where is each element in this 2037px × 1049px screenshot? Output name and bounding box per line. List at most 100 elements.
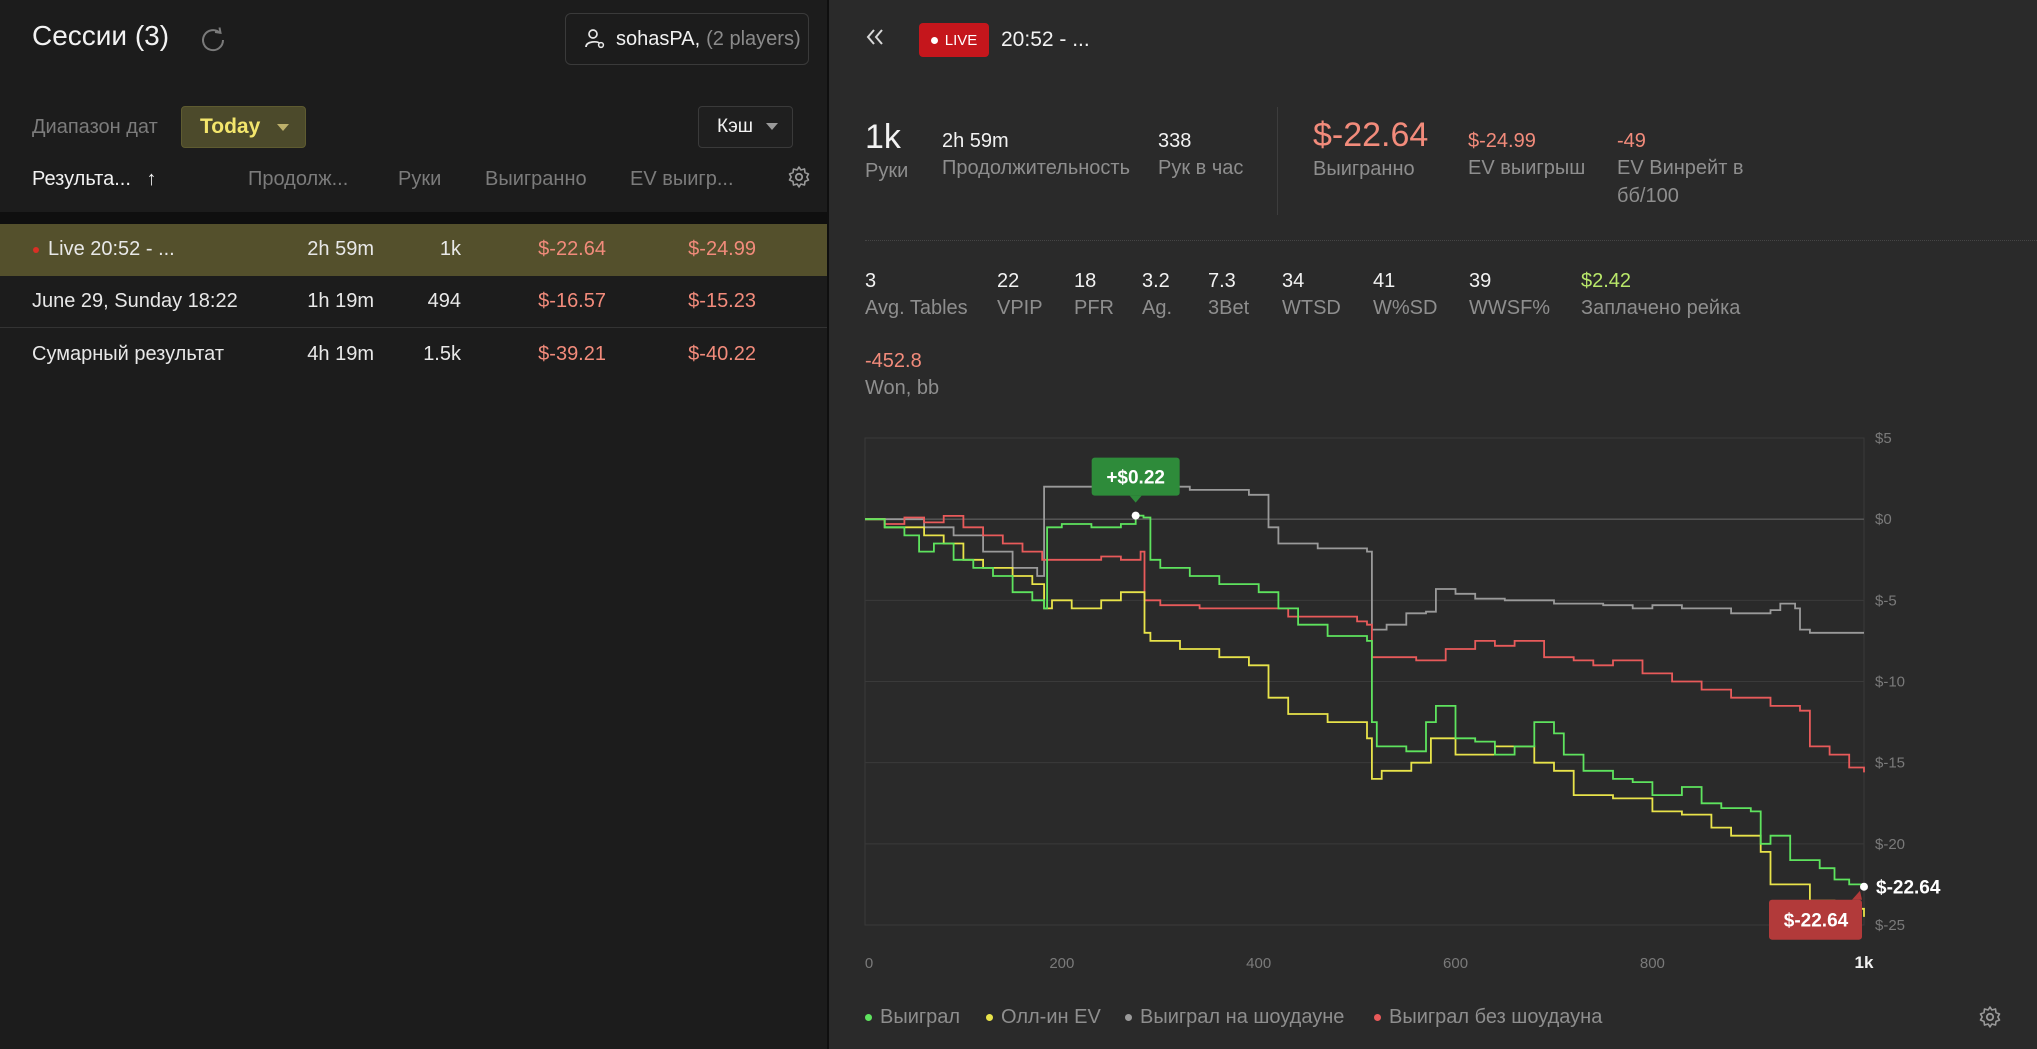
stat-value: 7.3 bbox=[1208, 270, 1236, 292]
column-header-result[interactable]: Результа... ↑ bbox=[32, 168, 156, 191]
stat-value: -452.8 bbox=[865, 350, 922, 372]
series-line-won bbox=[865, 514, 1865, 887]
stat-duration: 2h 59m Продолжительность bbox=[942, 128, 1130, 182]
chevron-down-icon bbox=[277, 124, 289, 131]
x-tick-label: 1k bbox=[1855, 953, 1874, 972]
x-tick-label: 400 bbox=[1246, 955, 1271, 972]
profit-chart[interactable]: $5 $0 $-5 $-10 $-15 $-20 $-25 0 200 400 600 800 1k +$… bbox=[829, 430, 2037, 990]
live-badge: LIVE bbox=[919, 23, 989, 57]
stat-vpip: 22 VPIP bbox=[997, 268, 1043, 322]
column-header-hands[interactable]: Руки bbox=[398, 168, 441, 191]
column-header-won[interactable]: Выигранно bbox=[485, 168, 587, 191]
player-name: sohasPA, bbox=[616, 27, 701, 50]
stat-label: EV выигрыш bbox=[1468, 157, 1586, 179]
y-tick-label: $0 bbox=[1875, 511, 1892, 528]
legend-item-showdown[interactable]: Выиграл на шоудауне bbox=[1125, 1006, 1344, 1029]
legend-dot-icon bbox=[865, 1014, 872, 1021]
stat-label: Продолжительность bbox=[942, 157, 1130, 179]
stat-label: Выигранно bbox=[1313, 158, 1415, 180]
session-ev-won: $-24.99 bbox=[688, 238, 756, 260]
summary-duration: 4h 19m bbox=[307, 343, 374, 365]
live-badge-label: LIVE bbox=[944, 31, 978, 49]
stat-label: PFR bbox=[1074, 297, 1114, 319]
session-won: $-22.64 bbox=[538, 238, 606, 260]
chevron-down-icon bbox=[766, 123, 778, 130]
peak-marker bbox=[1131, 511, 1140, 520]
series-line-non-showdown bbox=[865, 515, 1865, 773]
session-name: Live 20:52 - ... bbox=[48, 238, 175, 260]
date-range-value: Today bbox=[200, 115, 261, 138]
stat-label: Avg. Tables bbox=[865, 297, 968, 319]
legend-label: Выиграл без шоудауна bbox=[1389, 1006, 1603, 1028]
series-line-showdown bbox=[865, 485, 1864, 634]
table-header-divider bbox=[0, 212, 827, 224]
stat-value: 3 bbox=[865, 270, 877, 292]
stat-value: 39 bbox=[1469, 270, 1492, 292]
stat-label: Won, bb bbox=[865, 377, 940, 399]
stat-value: 1k bbox=[865, 118, 901, 156]
y-tick-label: $-10 bbox=[1875, 674, 1905, 691]
session-won: $-16.57 bbox=[538, 290, 606, 312]
session-duration: 2h 59m bbox=[307, 238, 374, 260]
chart-settings-gear-icon[interactable] bbox=[1978, 1005, 2002, 1029]
legend-label: Олл-ин EV bbox=[1001, 1006, 1101, 1028]
stat-wsd: 41 W%SD bbox=[1373, 268, 1437, 322]
player-selector-button[interactable]: sohasPA, (2 players) bbox=[565, 13, 809, 65]
gear-icon[interactable] bbox=[787, 165, 811, 189]
end-marker bbox=[1860, 882, 1868, 891]
legend-dot-icon bbox=[1125, 1014, 1132, 1021]
sessions-panel: Сессии (3) sohasPA, (2 players) Диапазон… bbox=[0, 0, 827, 1049]
game-type-value: Кэш bbox=[717, 116, 754, 137]
session-title: 20:52 - ... bbox=[1001, 28, 1090, 51]
session-row[interactable]: June 29, Sunday 18:22 1h 19m 494 $-16.57… bbox=[0, 276, 827, 328]
legend-item-allin-ev[interactable]: Олл-ин EV bbox=[986, 1006, 1101, 1029]
game-type-dropdown[interactable]: Кэш bbox=[698, 106, 793, 148]
session-details-panel: LIVE 20:52 - ... 1k Руки 2h 59m Продолжи… bbox=[829, 0, 2037, 1049]
stat-label: WWSF% bbox=[1469, 297, 1551, 319]
stat-label: Заплачено рейка bbox=[1581, 297, 1741, 319]
stat-label: VPIP bbox=[997, 297, 1043, 319]
stat-value: 41 bbox=[1373, 270, 1396, 292]
series-line-allin-ev bbox=[865, 518, 1865, 917]
stat-wwsf: 39 WWSF% bbox=[1469, 268, 1550, 322]
stat-value: $2.42 bbox=[1581, 270, 1632, 292]
stat-value: 338 bbox=[1158, 130, 1192, 152]
stat-value: 18 bbox=[1074, 270, 1097, 292]
legend-dot-icon bbox=[986, 1014, 993, 1021]
sessions-title: Сессии (3) bbox=[32, 20, 170, 51]
stats-separator bbox=[1277, 107, 1278, 215]
stat-hands-per-hour: 338 Рук в час bbox=[1158, 128, 1243, 182]
stat-label: EV Винрейт в bbox=[1617, 157, 1744, 179]
stat-label: 3Bet bbox=[1208, 297, 1250, 319]
stat-value: 2h 59m bbox=[942, 130, 1009, 152]
summary-name: Сумарный результат bbox=[32, 343, 224, 365]
collapse-icon[interactable] bbox=[864, 26, 886, 48]
stat-ev-won: $-24.99 EV выигрыш bbox=[1468, 128, 1585, 182]
stat-value: 3.2 bbox=[1142, 270, 1170, 292]
x-tick-label: 200 bbox=[1049, 955, 1074, 972]
x-tick-label: 800 bbox=[1640, 955, 1665, 972]
date-range-dropdown[interactable]: Today bbox=[181, 106, 306, 148]
y-tick-label: $-20 bbox=[1875, 836, 1905, 853]
x-tick-label: 600 bbox=[1443, 955, 1468, 972]
session-hands: 1k bbox=[439, 238, 461, 260]
live-indicator-icon bbox=[33, 247, 39, 253]
stat-aggression: 3.2 Ag. bbox=[1142, 268, 1172, 322]
stat-won-bb: -452.8 Won, bb bbox=[865, 348, 939, 402]
stat-avg-tables: 3 Avg. Tables bbox=[865, 268, 968, 322]
legend-item-won[interactable]: Выиграл bbox=[865, 1006, 960, 1029]
session-ev-won: $-15.23 bbox=[688, 290, 756, 312]
stat-label: W%SD bbox=[1373, 297, 1438, 319]
column-header-ev-won[interactable]: EV выигр... bbox=[630, 168, 734, 191]
refresh-icon[interactable] bbox=[198, 25, 228, 55]
legend-item-non-showdown[interactable]: Выиграл без шоудауна bbox=[1374, 1006, 1602, 1029]
player-count: (2 players) bbox=[706, 27, 801, 50]
session-hands: 494 bbox=[427, 290, 461, 312]
peak-tooltip-arrow bbox=[1129, 495, 1142, 503]
summary-ev-won: $-40.22 bbox=[688, 343, 756, 365]
column-header-duration[interactable]: Продолж... bbox=[248, 168, 348, 191]
peak-label: +$0.22 bbox=[1106, 468, 1165, 489]
column-header-label: Результа... bbox=[32, 168, 131, 190]
session-row[interactable]: Live 20:52 - ... 2h 59m 1k $-22.64 $-24.… bbox=[0, 224, 827, 276]
stat-won: $-22.64 Выигранно bbox=[1313, 116, 1428, 183]
